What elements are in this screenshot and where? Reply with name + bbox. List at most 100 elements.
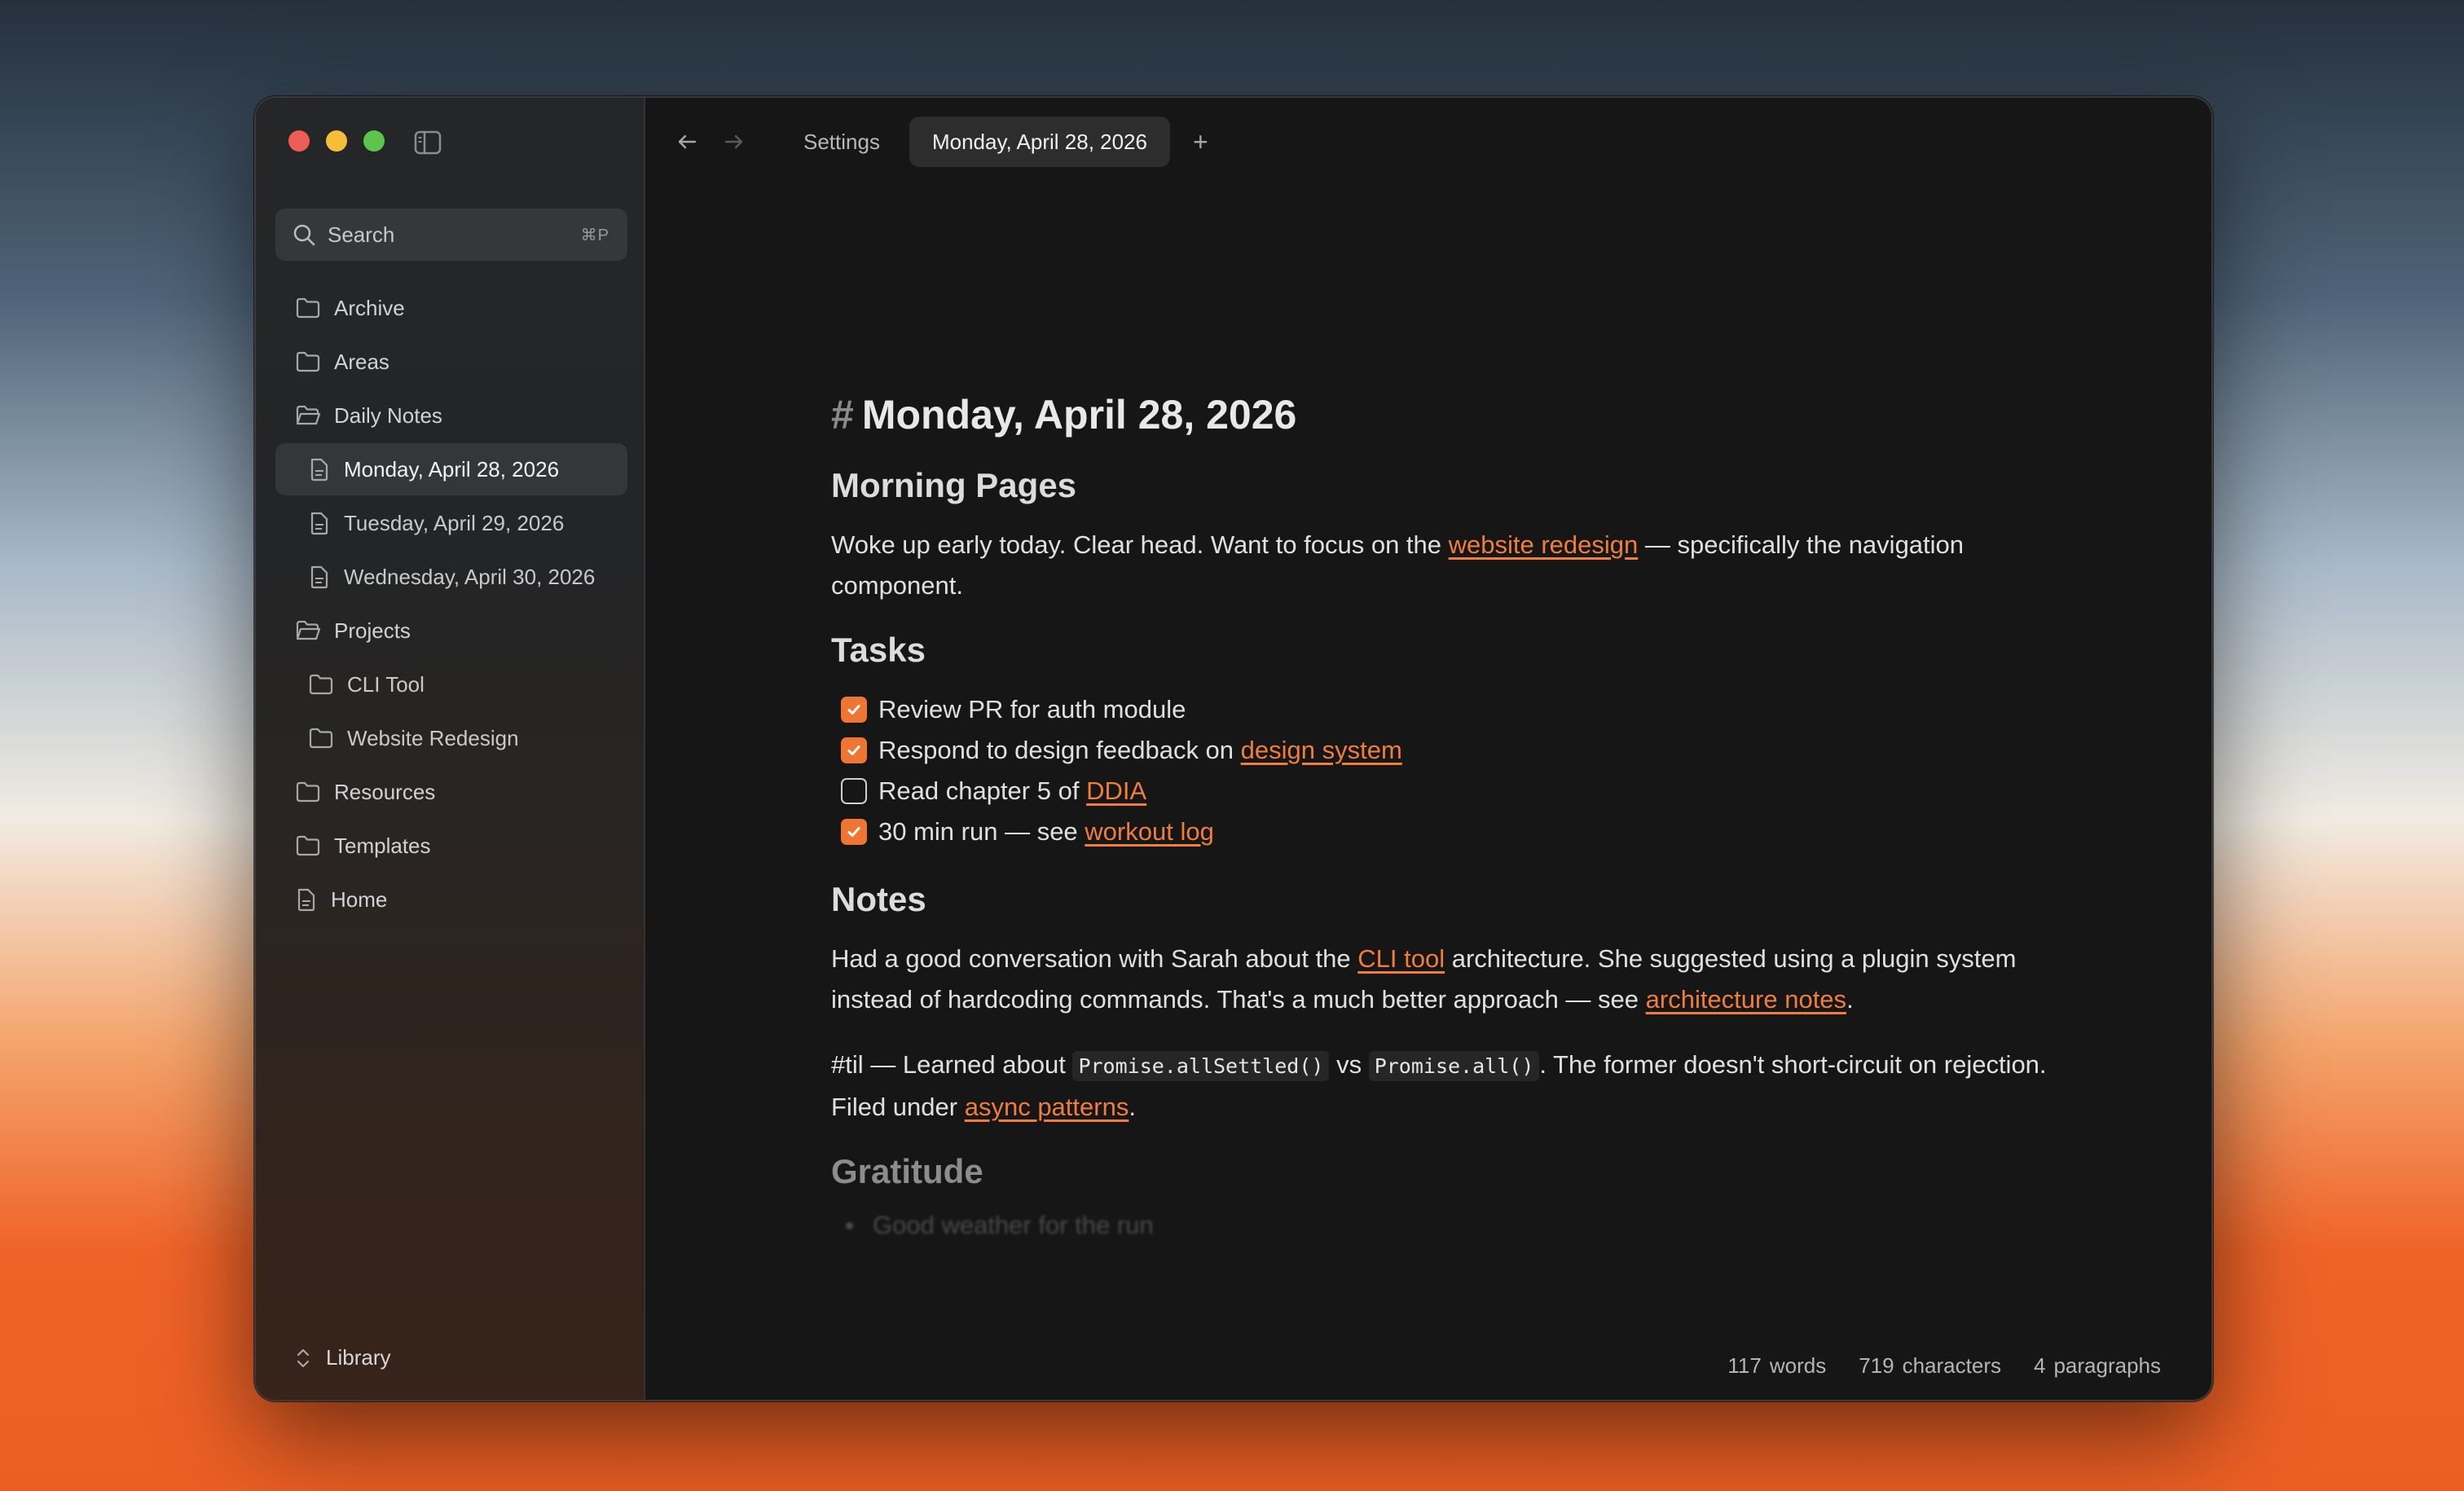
character-count: 719 characters <box>1859 1353 2001 1379</box>
heading-tasks: Tasks <box>831 631 926 669</box>
sidebar-item-home[interactable]: Home <box>275 873 627 926</box>
paragraph-morning: Woke up early today. Clear head. Want to… <box>831 525 2053 606</box>
sidebar: Search ⌘P Archive Areas Daily Notes Mond… <box>256 98 645 1400</box>
check-icon <box>847 827 860 837</box>
chevron-up-down-icon <box>297 1348 310 1367</box>
task-list: Review PR for auth module Respond to des… <box>831 689 2053 852</box>
tab-settings[interactable]: Settings <box>781 117 903 167</box>
library-label: Library <box>326 1345 391 1370</box>
sidebar-item-label: Daily Notes <box>334 402 442 428</box>
heading-morning-pages: Morning Pages <box>831 466 1077 504</box>
folder-open-icon <box>296 405 321 425</box>
folder-icon <box>296 781 320 803</box>
link-website-redesign[interactable]: website redesign <box>1449 530 1639 559</box>
sidebar-item-daily-notes[interactable]: Daily Notes <box>275 389 627 442</box>
folder-icon <box>309 674 333 695</box>
title-text: Monday, April 28, 2026 <box>861 392 1297 438</box>
heading-hash: # <box>831 392 854 438</box>
file-icon <box>310 458 328 482</box>
file-icon <box>297 888 315 912</box>
character-count-label: characters <box>1902 1353 2001 1378</box>
sidebar-item-label: Resources <box>334 779 436 804</box>
sidebar-item-cli-tool[interactable]: CLI Tool <box>275 658 627 710</box>
inline-code: Promise.allSettled() <box>1072 1051 1330 1081</box>
text: Had a good conversation with Sarah about… <box>831 944 1358 973</box>
text: vs <box>1329 1050 1369 1079</box>
check-icon <box>847 705 860 715</box>
paragraph-count-label: paragraphs <box>2053 1353 2161 1378</box>
sidebar-item-label: Wednesday, April 30, 2026 <box>344 564 596 589</box>
minimize-window-button[interactable] <box>326 130 347 152</box>
folder-icon <box>309 728 333 749</box>
task-checkbox[interactable] <box>841 697 867 723</box>
search-icon <box>293 224 315 246</box>
link-workout-log[interactable]: workout log <box>1085 817 1214 847</box>
sidebar-item-monday-april-28[interactable]: Monday, April 28, 2026 <box>275 443 627 495</box>
library-switcher[interactable]: Library <box>295 1345 390 1370</box>
document[interactable]: # Monday, April 28, 2026 Morning Pages Wo… <box>831 391 2053 1240</box>
search-label: Search <box>328 222 395 247</box>
task-checkbox[interactable] <box>841 737 867 763</box>
tab-bar: Settings Monday, April 28, 2026 + <box>645 116 2211 168</box>
sidebar-item-resources[interactable]: Resources <box>275 766 627 818</box>
link-cli-tool[interactable]: CLI tool <box>1357 944 1445 973</box>
sidebar-item-label: Website Redesign <box>347 725 519 750</box>
task-text: Review PR for auth module <box>878 695 1186 724</box>
task-checkbox[interactable] <box>841 778 867 804</box>
character-count-value: 719 <box>1859 1353 1894 1378</box>
sidebar-item-website-redesign[interactable]: Website Redesign <box>275 712 627 764</box>
heading-notes: Notes <box>831 880 926 918</box>
sidebar-item-label: Archive <box>334 295 405 320</box>
word-count: 117 words <box>1727 1353 1826 1379</box>
heading-gratitude: Gratitude <box>831 1152 983 1190</box>
link-async-patterns[interactable]: async patterns <box>965 1093 1129 1121</box>
word-count-value: 117 <box>1727 1353 1762 1378</box>
task-checkbox[interactable] <box>841 819 867 845</box>
back-arrow-icon[interactable] <box>675 130 699 154</box>
folder-icon <box>296 835 320 856</box>
text: . <box>1846 985 1854 1014</box>
sidebar-item-label: CLI Tool <box>347 671 425 697</box>
editor-pane: Settings Monday, April 28, 2026 + # Monda… <box>645 98 2211 1400</box>
tab-monday-april-28[interactable]: Monday, April 28, 2026 <box>909 117 1170 167</box>
close-window-button[interactable] <box>288 130 310 152</box>
sidebar-item-projects[interactable]: Projects <box>275 605 627 657</box>
new-tab-button[interactable]: + <box>1193 129 1208 155</box>
search-input[interactable]: Search ⌘P <box>275 209 627 261</box>
text: #til — Learned about <box>831 1050 1073 1079</box>
sidebar-item-archive[interactable]: Archive <box>275 282 627 334</box>
sidebar-item-wednesday-april-30[interactable]: Wednesday, April 30, 2026 <box>275 551 627 603</box>
document-title: # Monday, April 28, 2026 <box>831 391 2053 438</box>
folder-open-icon <box>296 620 321 640</box>
link-ddia[interactable]: DDIA <box>1086 776 1146 806</box>
link-architecture-notes[interactable]: architecture notes <box>1646 985 1846 1014</box>
sidebar-item-templates[interactable]: Templates <box>275 820 627 872</box>
sidebar-item-tuesday-april-29[interactable]: Tuesday, April 29, 2026 <box>275 497 627 549</box>
paragraph-notes-2: #til — Learned about Promise.allSettled(… <box>831 1045 2053 1128</box>
list-item-text: Good weather for the run <box>873 1211 1154 1239</box>
zoom-window-button[interactable] <box>363 130 385 152</box>
sidebar-item-label: Tuesday, April 29, 2026 <box>344 510 565 535</box>
app-window: Search ⌘P Archive Areas Daily Notes Mond… <box>254 96 2213 1401</box>
inline-code: Promise.all() <box>1368 1051 1540 1081</box>
file-icon <box>310 565 328 589</box>
file-tree: Archive Areas Daily Notes Monday, April … <box>275 282 627 927</box>
bullet <box>846 1221 853 1229</box>
folder-icon <box>296 351 320 372</box>
task-text: Read chapter 5 of <box>878 776 1087 805</box>
sidebar-toggle-icon[interactable] <box>414 130 442 155</box>
task-item: Review PR for auth module <box>841 689 2053 730</box>
task-item: Respond to design feedback on design sys… <box>841 730 2053 771</box>
sidebar-item-label: Templates <box>334 833 431 858</box>
sidebar-item-label: Monday, April 28, 2026 <box>344 456 560 482</box>
sidebar-item-areas[interactable]: Areas <box>275 336 627 388</box>
text: Woke up early today. Clear head. Want to… <box>831 530 1449 559</box>
link-design-system[interactable]: design system <box>1241 736 1402 765</box>
sidebar-item-label: Projects <box>334 618 411 643</box>
task-text: 30 min run — see <box>878 817 1085 846</box>
task-item: 30 min run — see workout log <box>841 811 2053 852</box>
word-count-label: words <box>1769 1353 1827 1378</box>
text: . <box>1129 1093 1136 1121</box>
paragraph-count: 4 paragraphs <box>2034 1353 2161 1379</box>
forward-arrow-icon[interactable] <box>722 130 746 154</box>
